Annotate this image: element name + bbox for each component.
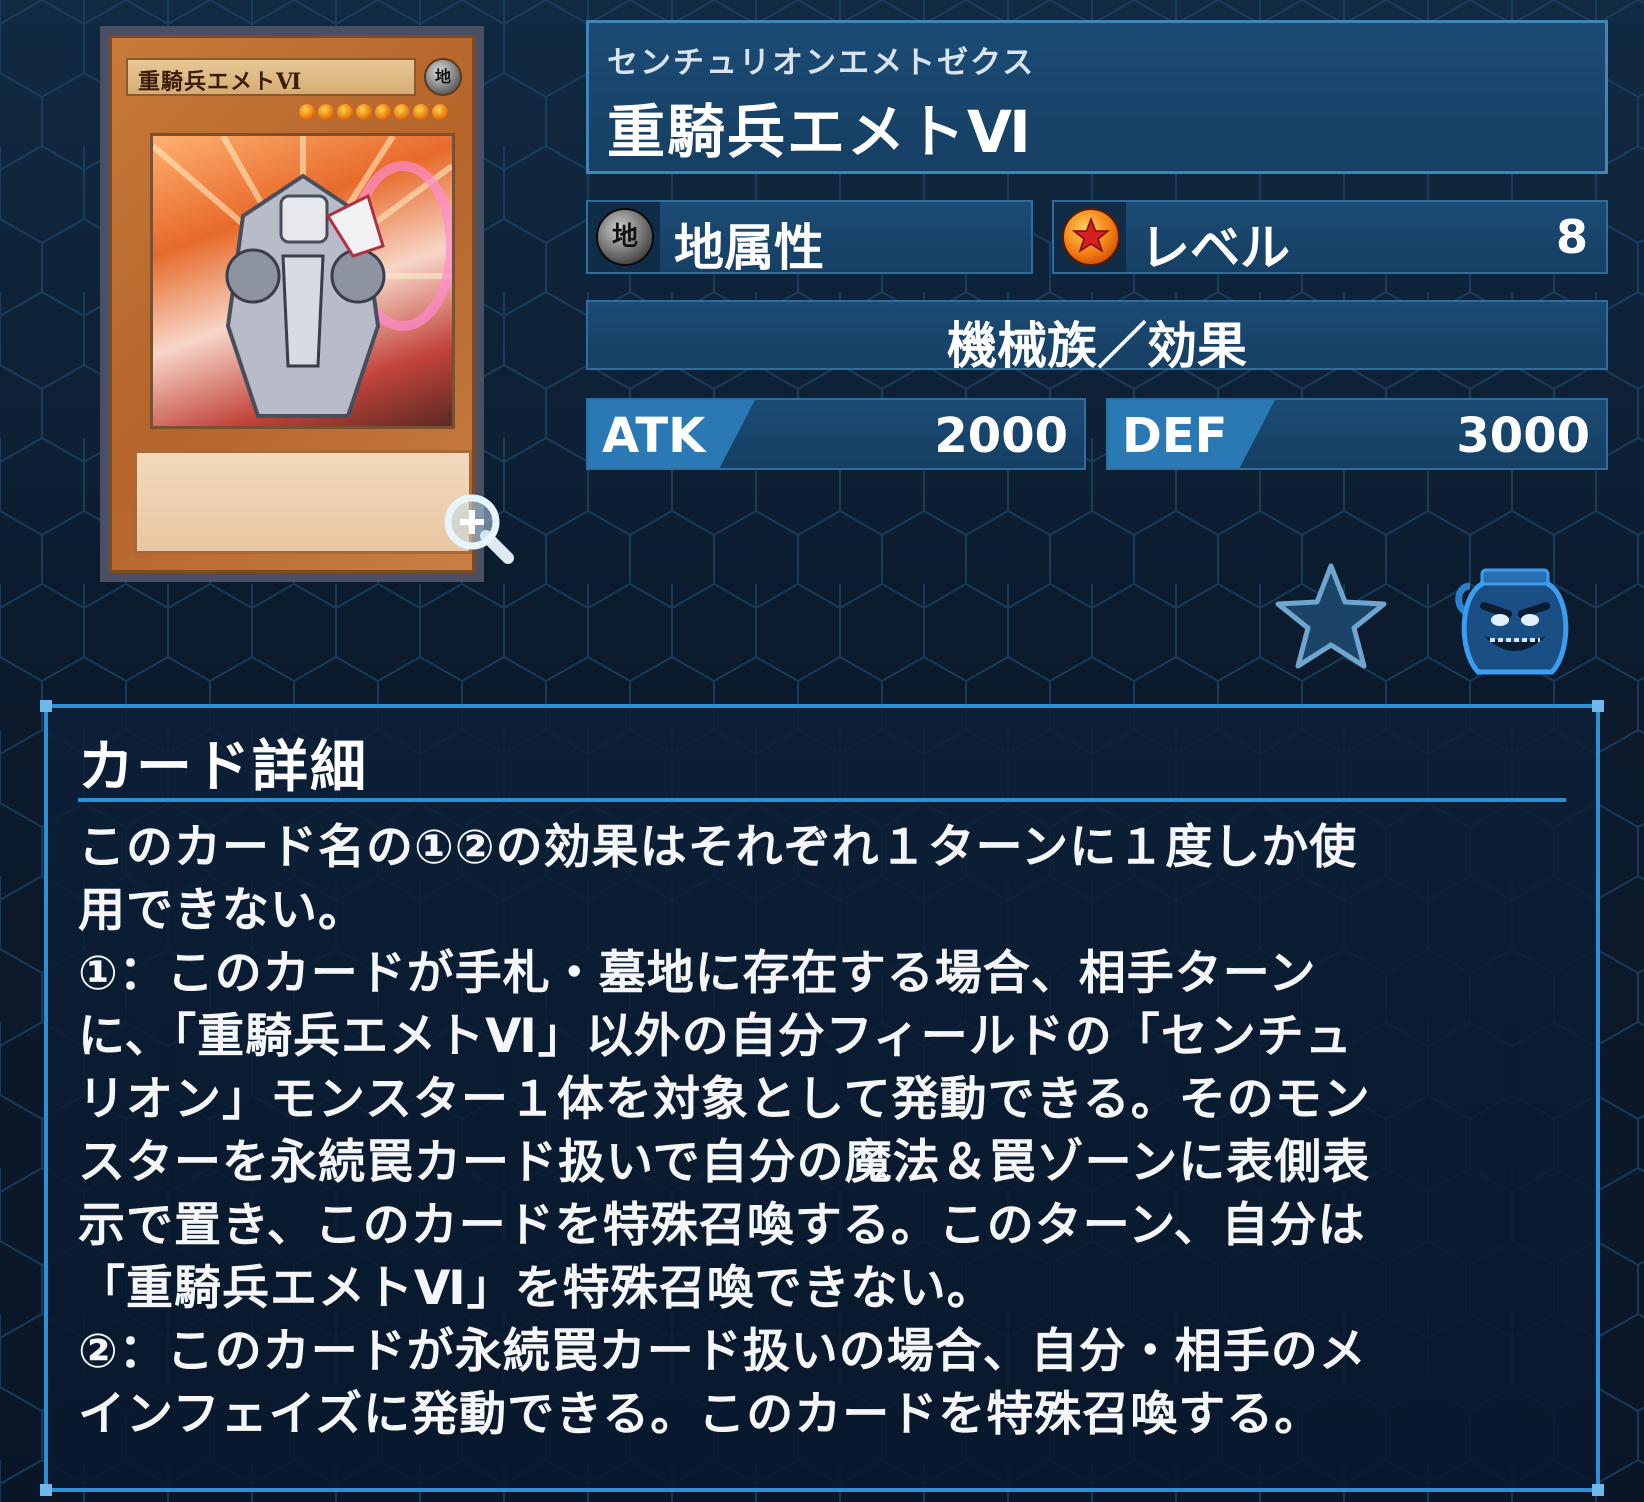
- level-star-dot: [394, 104, 410, 120]
- level-icon-slot: [1054, 202, 1126, 272]
- card-detail-box: カード詳細 このカード名の①②の効果はそれぞれ１ターンに１度しか使 用できない。…: [40, 700, 1604, 1496]
- atk-panel: ATK 2000: [586, 398, 1086, 470]
- level-star-dot: [337, 104, 353, 120]
- card-effect-text: このカード名の①②の効果はそれぞれ１ターンに１度しか使 用できない。 ①：このカ…: [78, 820, 1371, 1442]
- def-panel: DEF 3000: [1106, 398, 1608, 470]
- frame-corner: [1592, 700, 1604, 712]
- frame-corner: [40, 700, 52, 712]
- atk-label: ATK: [602, 408, 706, 464]
- level-star-dot: [432, 104, 448, 120]
- card-text-box: [134, 450, 472, 554]
- def-label: DEF: [1122, 408, 1228, 464]
- level-label: レベル: [1140, 219, 1290, 277]
- card-attribute-icon: 地: [424, 58, 462, 96]
- def-value: 3000: [1456, 408, 1590, 464]
- level-panel: レベル 8: [1052, 200, 1608, 277]
- zoom-in-icon[interactable]: [442, 492, 516, 566]
- favorite-star-icon[interactable]: [1272, 560, 1390, 672]
- card-name-panel: センチュリオンエメトゼクス 重騎兵エメトⅥ: [586, 20, 1608, 174]
- earth-attribute-icon: 地: [596, 208, 654, 266]
- detail-divider: [78, 798, 1566, 802]
- level-star-dot: [375, 104, 391, 120]
- frame-corner: [40, 1484, 52, 1496]
- card-name-ruby: センチュリオンエメトゼクス: [607, 45, 1036, 81]
- attribute-label: 地属性: [674, 219, 824, 277]
- monster-type: 機械族／効果: [947, 317, 1247, 375]
- card-face: 重騎兵エメトⅥ 地: [109, 35, 475, 573]
- level-value: 8: [1555, 210, 1588, 264]
- atk-value: 2000: [934, 408, 1068, 464]
- attribute-icon-slot: 地: [588, 202, 660, 272]
- card-image-name: 重騎兵エメトⅥ: [138, 69, 303, 95]
- detail-title: カード詳細: [78, 735, 368, 800]
- card-name-bar: 重騎兵エメトⅥ: [126, 58, 416, 96]
- pot-of-greed-icon[interactable]: [1448, 562, 1582, 686]
- card-name: 重騎兵エメトⅥ: [607, 98, 1033, 166]
- card-image[interactable]: 重騎兵エメトⅥ 地: [100, 26, 514, 582]
- card-level-stars: [299, 104, 448, 122]
- attribute-panel: 地 地属性: [586, 200, 1033, 277]
- frame-corner: [1592, 1484, 1604, 1496]
- level-star-icon: [1062, 208, 1120, 266]
- type-panel: 機械族／効果: [586, 300, 1608, 375]
- card-artwork: [150, 133, 455, 429]
- level-star-dot: [318, 104, 334, 120]
- level-star-dot: [413, 104, 429, 120]
- level-star-dot: [299, 104, 315, 120]
- level-star-dot: [356, 104, 372, 120]
